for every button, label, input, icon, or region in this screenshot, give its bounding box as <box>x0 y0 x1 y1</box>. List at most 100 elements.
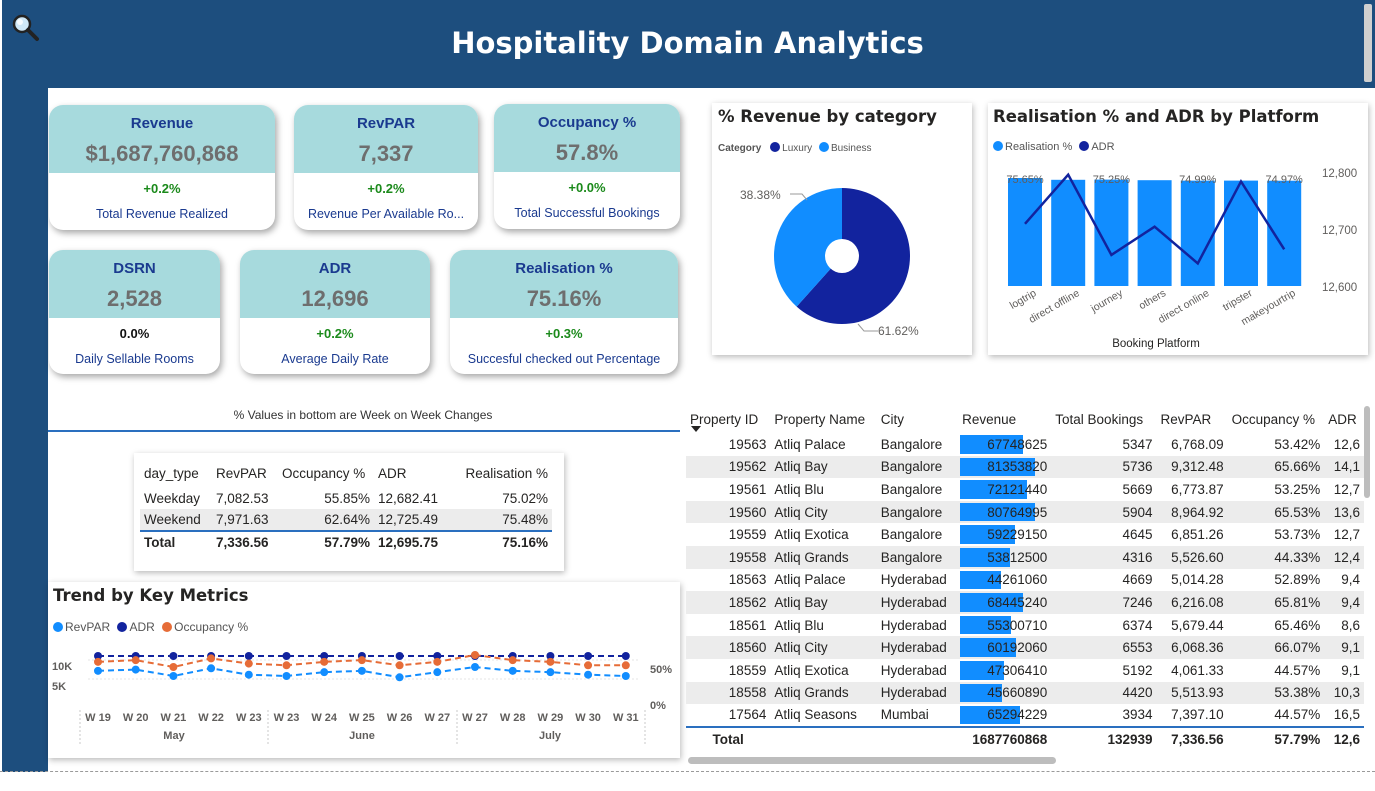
table-row[interactable]: 18562 Atliq Bay Hyderabad 68445240 7246 6,216… <box>686 591 1364 614</box>
kpi-card-revpar[interactable]: RevPAR 7,337 +0.2% Revenue Per Available… <box>294 105 478 230</box>
line-marker[interactable] <box>357 666 366 675</box>
line-marker[interactable] <box>207 654 216 663</box>
table-row[interactable]: 18558 Atliq Grands Hyderabad 45660890 4420 5,… <box>686 681 1364 705</box>
table-row[interactable]: 17564 Atliq Seasons Mumbai 65294229 3934 7,39… <box>686 704 1364 727</box>
column-header[interactable]: Occupancy % <box>1228 405 1325 433</box>
left-sidebar <box>2 88 48 772</box>
line-marker[interactable] <box>471 651 479 659</box>
line-marker[interactable] <box>584 652 593 660</box>
table-row[interactable]: 19561 Atliq Blu Bangalore 72121440 5669 6,773… <box>686 478 1364 501</box>
kpi-description: Succesful checked out Percentage <box>467 352 661 366</box>
line-marker[interactable] <box>395 661 404 670</box>
line-marker[interactable] <box>621 661 630 670</box>
table-horizontal-scrollbar[interactable] <box>688 757 1056 764</box>
table-cell: Atliq City <box>774 640 828 656</box>
table-cell: 65.66% <box>1274 459 1321 475</box>
column-header[interactable]: City <box>877 405 958 433</box>
table-cell: 4,061.33 <box>1171 662 1224 678</box>
kpi-card-adr[interactable]: ADR 12,696 +0.2% Average Daily Rate <box>240 250 430 374</box>
kpi-card-dsrn[interactable]: DSRN 2,528 0.0% Daily Sellable Rooms <box>49 250 220 374</box>
search-icon[interactable] <box>10 12 40 42</box>
line-marker[interactable] <box>546 657 555 666</box>
line-marker[interactable] <box>94 666 102 675</box>
kpi-card-occupancy[interactable]: Occupancy % 57.8% +0.0% Total Successful… <box>494 104 680 229</box>
table-cell: 18561 <box>728 617 767 633</box>
table-row[interactable]: 19562 Atliq Bay Bangalore 81353820 5736 9,312… <box>686 455 1364 479</box>
line-marker[interactable] <box>244 670 253 679</box>
line-marker[interactable] <box>584 661 593 670</box>
data-label: 74.97% <box>1266 174 1304 186</box>
column-header[interactable]: ADR <box>374 459 448 487</box>
line-marker[interactable] <box>131 656 140 665</box>
line-marker[interactable] <box>169 652 178 660</box>
line-marker[interactable] <box>395 652 404 660</box>
table-cell: 57.79% <box>1227 725 1325 751</box>
line-marker[interactable] <box>94 657 102 666</box>
line-marker[interactable] <box>169 672 178 680</box>
category-label: others <box>1137 287 1168 312</box>
line-marker[interactable] <box>357 656 366 665</box>
table-row[interactable]: 19558 Atliq Grands Bangalore 53812500 4316 5,… <box>686 545 1364 569</box>
line-marker[interactable] <box>244 659 253 668</box>
table-cell: Atliq City <box>774 504 828 520</box>
bar-realisation[interactable] <box>1008 178 1042 286</box>
line-marker[interactable] <box>508 666 517 675</box>
axis-title: Booking Platform <box>1112 338 1200 350</box>
column-header[interactable]: day_type <box>140 459 212 487</box>
table-cell: 9,1 <box>1341 662 1360 678</box>
line-marker[interactable] <box>433 668 442 677</box>
line-marker[interactable] <box>244 652 253 660</box>
table-cell: Total <box>144 535 176 550</box>
column-header[interactable]: Property Name <box>770 405 876 433</box>
column-header[interactable]: Total Bookings <box>1051 405 1156 433</box>
table-row[interactable]: 18559 Atliq Exotica Hyderabad 47306410 5192 4… <box>686 659 1364 682</box>
column-header[interactable]: Revenue <box>958 405 1051 433</box>
table-cell: Atliq Exotica <box>774 527 849 543</box>
kpi-description: Revenue Per Available Ro... <box>307 207 465 221</box>
column-header[interactable]: Realisation % <box>448 459 552 487</box>
column-header[interactable]: ADR <box>1324 405 1364 433</box>
bar-realisation[interactable] <box>1180 180 1215 286</box>
sort-arrow-icon[interactable] <box>691 426 701 433</box>
kpi-card-revenue[interactable]: Revenue $1,687,760,868 +0.2% Total Reven… <box>49 105 275 230</box>
table-row[interactable]: 18561 Atliq Blu Hyderabad 55300710 6374 5,679… <box>686 614 1364 637</box>
line-marker[interactable] <box>131 665 140 674</box>
table-cell: 13,6 <box>1333 504 1360 520</box>
bar-realisation[interactable] <box>1267 180 1302 286</box>
column-header[interactable]: RevPAR <box>212 459 278 487</box>
revenue-cell: 55300710 <box>958 614 1051 637</box>
table-row[interactable]: 18560 Atliq City Hyderabad 60192060 6553 6,06… <box>686 636 1364 659</box>
table-cell: 5347 <box>1122 436 1153 452</box>
line-marker[interactable] <box>282 652 291 660</box>
line-marker[interactable] <box>320 657 329 666</box>
table-row[interactable]: 19563 Atliq Palace Bangalore 67748625 5347 6,… <box>686 433 1364 456</box>
table-cell: 9,4 <box>1341 594 1360 610</box>
line-marker[interactable] <box>471 663 479 671</box>
line-marker[interactable] <box>169 663 178 671</box>
line-marker[interactable] <box>433 657 442 666</box>
line-marker[interactable] <box>207 664 216 673</box>
table-row[interactable]: Weekend 7,971.63 62.64% 12,725.49 75.48% <box>140 509 552 531</box>
divider <box>48 430 680 432</box>
bar-realisation[interactable] <box>1224 180 1258 286</box>
line-marker[interactable] <box>508 656 517 665</box>
line-marker[interactable] <box>282 661 291 670</box>
table-row[interactable]: Weekday 7,082.53 55.85% 12,682.41 75.02% <box>140 487 552 509</box>
property-table: Property ID Property Name City Revenue T… <box>686 405 1364 760</box>
table-vertical-scrollbar[interactable] <box>1364 406 1370 498</box>
table-row[interactable]: 18563 Atliq Palace Hyderabad 44261060 4669 5,… <box>686 569 1364 592</box>
axis-tick-label: W 27 <box>462 712 488 724</box>
line-marker[interactable] <box>621 652 630 660</box>
line-marker[interactable] <box>546 668 555 677</box>
month-label: June <box>349 730 375 742</box>
line-marker[interactable] <box>621 672 630 680</box>
table-row[interactable]: 19559 Atliq Exotica Bangalore 59229150 4645 6… <box>686 523 1364 546</box>
line-marker[interactable] <box>584 670 593 679</box>
line-marker[interactable] <box>320 668 329 677</box>
line-marker[interactable] <box>282 672 291 680</box>
line-marker[interactable] <box>395 673 404 682</box>
column-header[interactable]: Occupancy % <box>278 459 374 487</box>
kpi-card-realisation[interactable]: Realisation % 75.16% +0.3% Succesful che… <box>450 250 678 374</box>
table-row[interactable]: 19560 Atliq City Bangalore 80764995 5904 8,96… <box>686 500 1364 524</box>
column-header[interactable]: RevPAR <box>1157 405 1228 433</box>
